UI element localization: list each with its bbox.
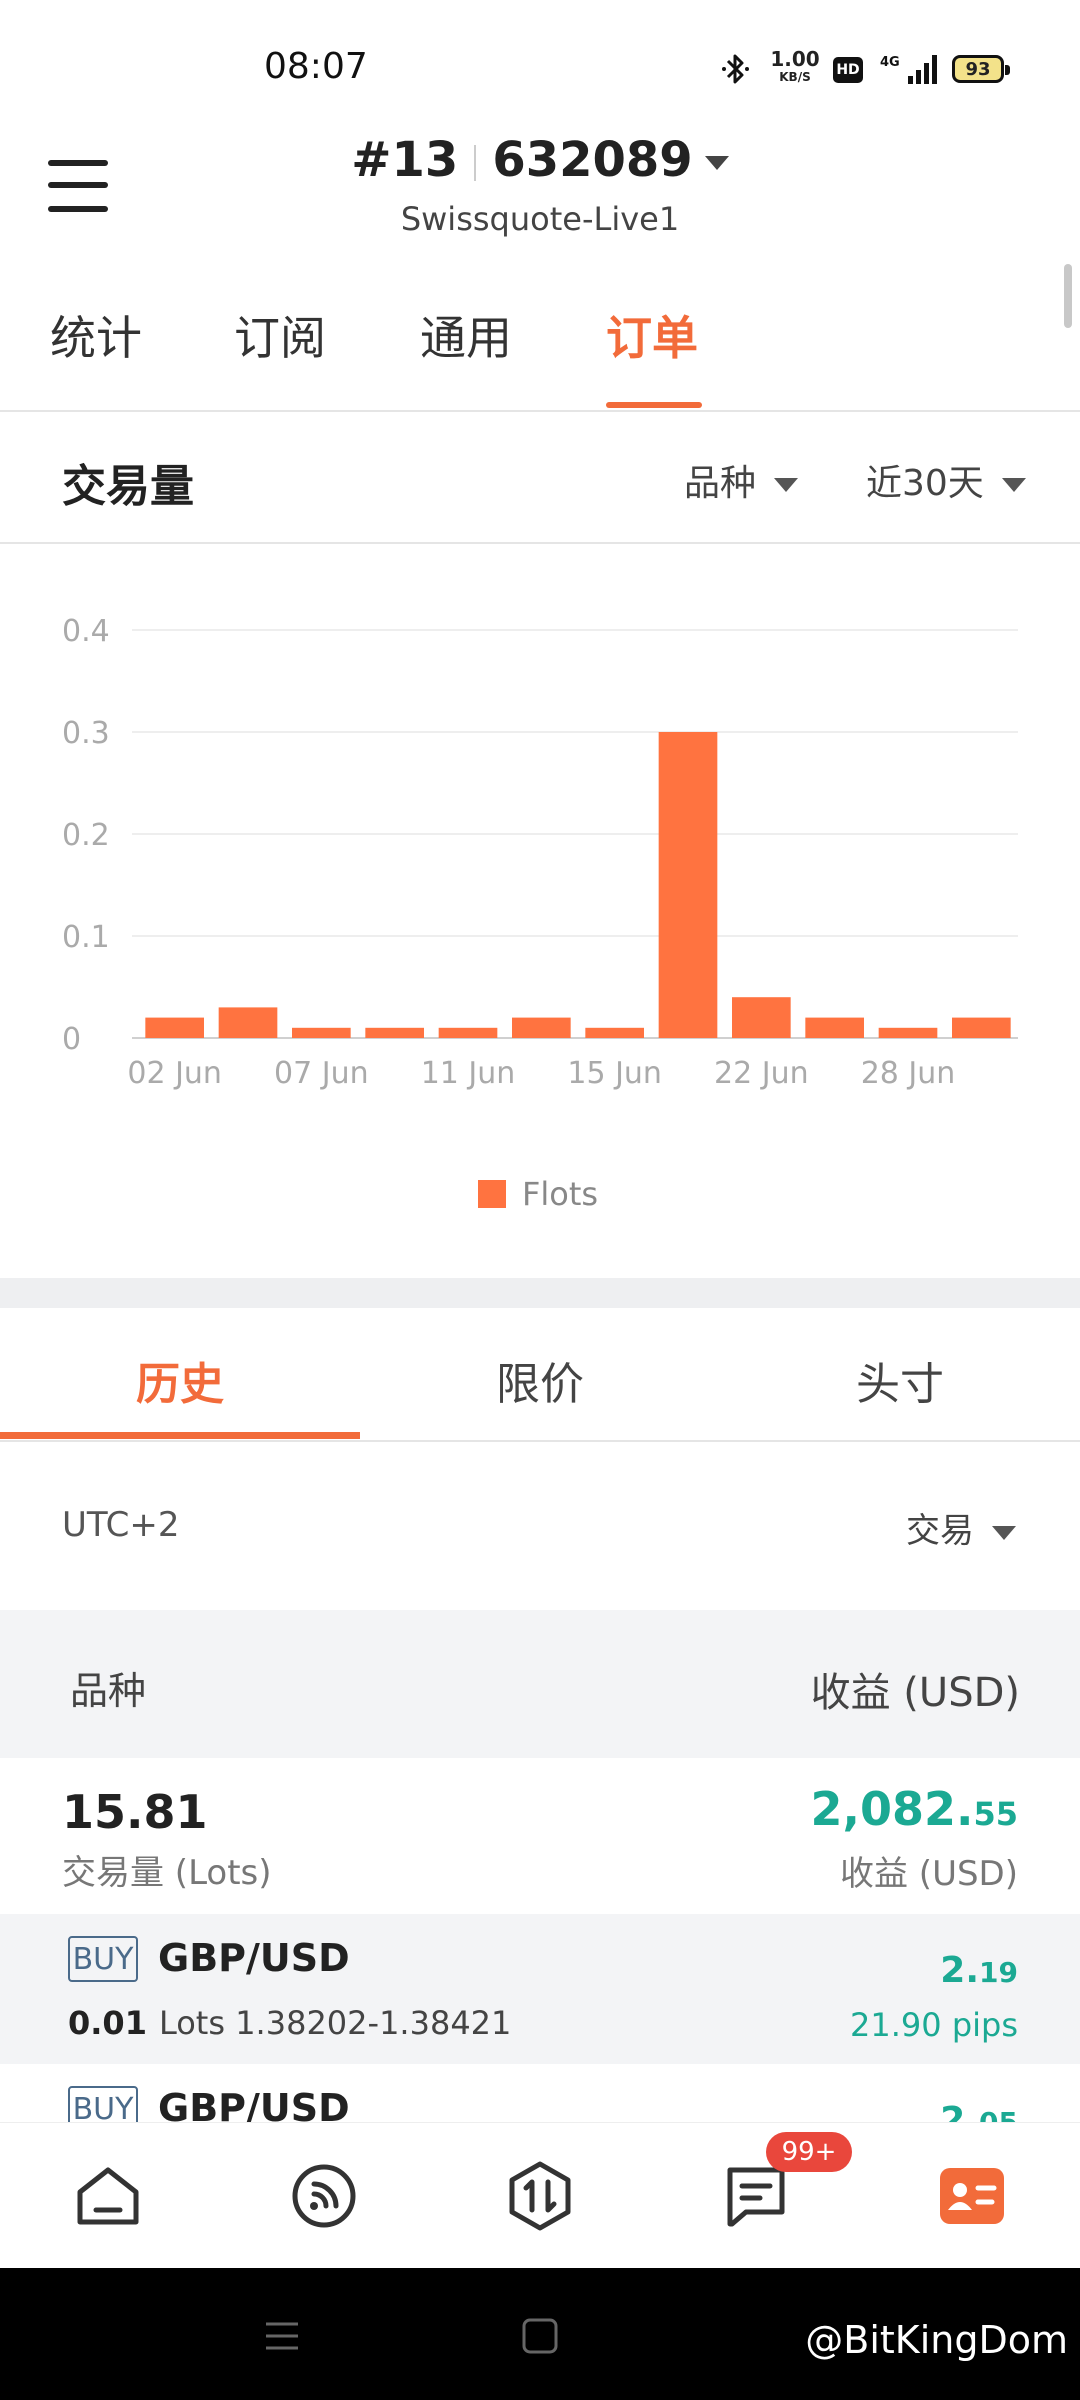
y-tick-label: 0.2 xyxy=(62,818,110,853)
y-tick-label: 0.4 xyxy=(62,614,110,649)
order-details: 0.01 Lots 1.38202-1.38421 xyxy=(68,2004,512,2042)
order-profit: 2.19 xyxy=(940,1950,1018,1991)
tab-orders[interactable]: 订单 xyxy=(606,302,698,368)
y-tick-label: 0.1 xyxy=(62,920,110,955)
chevron-down-icon xyxy=(704,156,729,170)
scrollbar[interactable] xyxy=(1064,264,1072,328)
trade-icon[interactable] xyxy=(504,2160,576,2232)
home-button-icon[interactable] xyxy=(520,2316,560,2360)
tab-limit[interactable]: 限价 xyxy=(360,1348,720,1412)
chart-bar xyxy=(145,1017,204,1038)
messages-badge: 99+ xyxy=(766,2132,852,2172)
battery-indicator: 93 xyxy=(952,55,1010,83)
top-tab-bar xyxy=(0,262,1080,412)
tab-positions[interactable]: 头寸 xyxy=(720,1348,1080,1412)
watermark: @BitKingDom xyxy=(805,2318,1068,2362)
tab-general[interactable]: 通用 xyxy=(420,302,512,368)
chart-bar xyxy=(438,1027,498,1038)
account-id: 632089 xyxy=(492,132,693,188)
total-lots-label: 交易量 (Lots) xyxy=(62,1853,272,1893)
chart-bar xyxy=(365,1027,424,1038)
column-symbol: 品种 xyxy=(70,1669,147,1713)
home-icon[interactable] xyxy=(72,2160,144,2232)
account-number: #13 xyxy=(351,132,459,188)
status-time: 08:07 xyxy=(264,46,368,87)
section-divider xyxy=(0,1278,1080,1308)
order-pair: GBP/USD xyxy=(158,1936,350,1980)
column-profit: 收益 (USD) xyxy=(810,1670,1020,1716)
x-tick-label: 28 Jun xyxy=(861,1056,956,1091)
x-tick-label: 02 Jun xyxy=(127,1056,222,1091)
caret-down-icon xyxy=(1001,478,1026,492)
signal-icon: 4G xyxy=(878,52,942,86)
active-tab-indicator xyxy=(0,1432,360,1439)
volume-title: 交易量 xyxy=(62,461,194,512)
tab-stats[interactable]: 统计 xyxy=(50,302,142,368)
chart-bar xyxy=(732,997,791,1038)
chart-bar xyxy=(218,1007,278,1038)
total-profit: 2,082.55 xyxy=(810,1782,1018,1836)
caret-down-icon xyxy=(992,1525,1016,1540)
caret-down-icon xyxy=(774,478,799,492)
active-tab-indicator xyxy=(606,402,702,408)
legend-label: Flots xyxy=(522,1175,598,1213)
chart-bar xyxy=(512,1017,571,1038)
y-tick-label: 0 xyxy=(62,1022,81,1057)
order-pips: 21.90 pips xyxy=(850,2006,1018,2044)
total-lots: 15.81 xyxy=(62,1785,208,1839)
order-row[interactable]: BUY GBP/USD 0.01 Lots 1.38202-1.38421 2.1… xyxy=(0,1914,1080,2064)
tab-history[interactable]: 历史 xyxy=(0,1348,360,1412)
symbol-dropdown[interactable]: 品种 xyxy=(684,454,799,506)
x-tick-label: 22 Jun xyxy=(714,1056,809,1091)
network-speed: 1.00 KB/S xyxy=(770,47,820,84)
hd-voice-icon: HD xyxy=(833,57,863,83)
chart-bar xyxy=(878,1027,938,1038)
volume-chart: 0 0.1 0.2 0.3 0.4 02 Jun 07 Jun 11 Jun 15 Jun 22 … xyxy=(0,545,1080,1277)
signal-4g-label: 4G xyxy=(880,55,900,70)
chart-bar xyxy=(805,1017,864,1038)
timezone-label: UTC+2 xyxy=(62,1505,180,1545)
symbol-dropdown-label: 品种 xyxy=(684,463,757,504)
legend-swatch xyxy=(478,1180,506,1208)
server-name: Swissquote-Live1 xyxy=(400,200,680,238)
period-dropdown[interactable]: 近30天 xyxy=(866,454,1026,506)
trade-type-dropdown[interactable]: 交易 xyxy=(906,1503,1016,1552)
y-tick-label: 0.3 xyxy=(62,716,110,751)
recent-apps-icon[interactable] xyxy=(262,2316,302,2360)
x-tick-label: 11 Jun xyxy=(421,1056,516,1091)
trade-type-label: 交易 xyxy=(906,1511,974,1551)
chart-bar xyxy=(292,1027,351,1038)
signals-icon[interactable] xyxy=(288,2160,360,2232)
chart-bar xyxy=(952,1017,1011,1038)
chart-bar xyxy=(658,732,718,1038)
total-profit-label: 收益 (USD) xyxy=(840,1854,1018,1894)
account-card-icon[interactable] xyxy=(936,2160,1008,2232)
period-dropdown-label: 近30天 xyxy=(866,463,984,504)
x-tick-label: 07 Jun xyxy=(274,1056,369,1091)
chart-bar xyxy=(585,1027,644,1038)
tab-subscribe[interactable]: 订阅 xyxy=(234,302,326,368)
x-tick-label: 15 Jun xyxy=(567,1056,662,1091)
bluetooth-icon xyxy=(718,52,754,86)
account-selector[interactable]: #13 632089 xyxy=(0,132,1080,188)
order-side-badge: BUY xyxy=(68,1936,138,1982)
volume-bar-chart: 0 0.1 0.2 0.3 0.4 02 Jun 07 Jun 11 Jun 15 Jun 22 … xyxy=(62,614,1018,1213)
